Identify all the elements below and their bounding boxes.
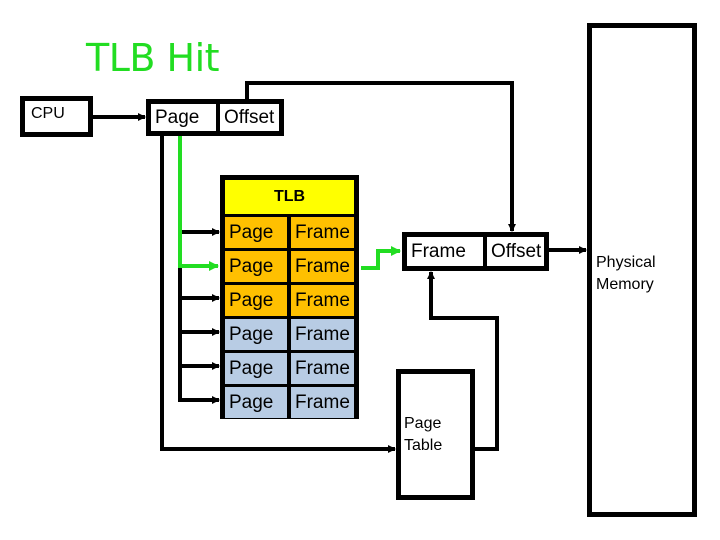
page-to-page-table-wire: [160, 136, 396, 453]
offset-wire: [245, 81, 516, 232]
page-table-to-frame-wire: [427, 271, 499, 451]
wires-layer: [93, 81, 587, 453]
hit-path-lookup: [178, 136, 219, 271]
hit-path-frame: [361, 246, 401, 270]
tlb-lookup-arrow: [178, 396, 220, 404]
